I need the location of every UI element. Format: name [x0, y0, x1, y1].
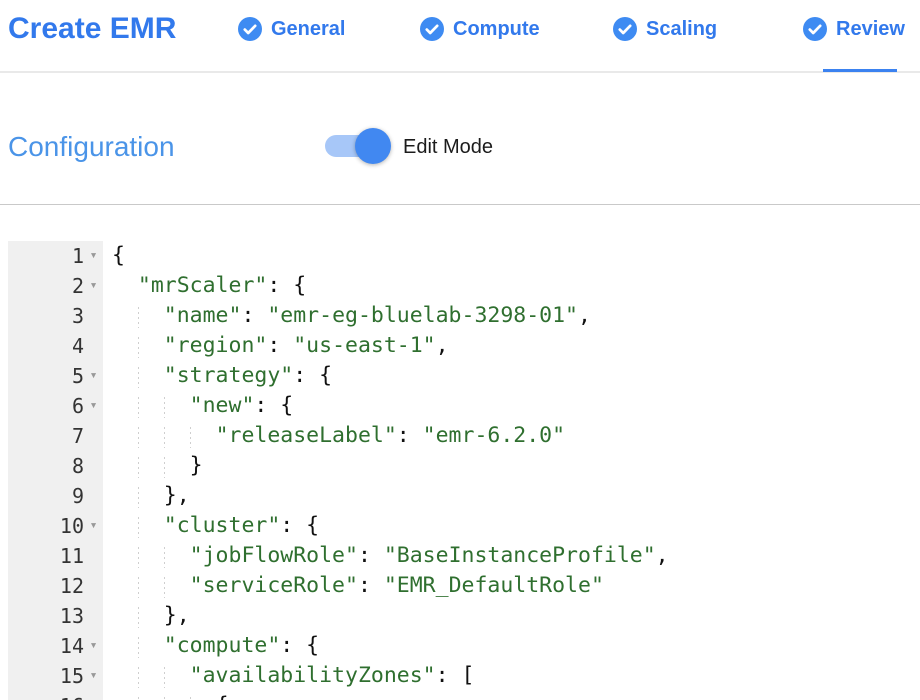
code-line[interactable]: "region": "us-east-1", — [103, 331, 920, 361]
check-circle-icon — [613, 17, 637, 41]
code-line[interactable]: { — [103, 241, 920, 271]
editor-gutter: 7 ▾ — [8, 421, 103, 451]
wizard-step-general[interactable]: General — [238, 17, 345, 41]
editor-line: 14 ▾ "compute": { — [8, 631, 920, 661]
code-line[interactable]: "strategy": { — [103, 361, 920, 391]
editor-gutter: 3 ▾ — [8, 301, 103, 331]
code-line[interactable]: } — [103, 451, 920, 481]
line-number: 8 — [8, 451, 84, 481]
line-number: 2 — [8, 271, 84, 301]
code-line[interactable]: "availabilityZones": [ — [103, 661, 920, 691]
code-line[interactable]: "new": { — [103, 391, 920, 421]
editor-line: 3 ▾ "name": "emr-eg-bluelab-3298-01", — [8, 301, 920, 331]
check-circle-icon — [420, 17, 444, 41]
line-number: 5 — [8, 361, 84, 391]
editor-line: 12 ▾ "serviceRole": "EMR_DefaultRole" — [8, 571, 920, 601]
line-number: 14 — [8, 631, 84, 661]
code-line[interactable]: "mrScaler": { — [103, 271, 920, 301]
line-number: 4 — [8, 331, 84, 361]
editor-line: 11 ▾ "jobFlowRole": "BaseInstanceProfile… — [8, 541, 920, 571]
line-number: 12 — [8, 571, 84, 601]
line-number: 7 — [8, 421, 84, 451]
editor-gutter: 4 ▾ — [8, 331, 103, 361]
fold-arrow-icon[interactable]: ▾ — [84, 241, 103, 271]
editor-gutter: 5 ▾ — [8, 361, 103, 391]
line-number: 9 — [8, 481, 84, 511]
editor-gutter: 12 ▾ — [8, 571, 103, 601]
check-circle-icon — [803, 17, 827, 41]
line-number: 13 — [8, 601, 84, 631]
fold-arrow-icon[interactable]: ▾ — [84, 631, 103, 661]
code-line[interactable]: "releaseLabel": "emr-6.2.0" — [103, 421, 920, 451]
editor-line: 5 ▾ "strategy": { — [8, 361, 920, 391]
editor-line: 9 ▾ }, — [8, 481, 920, 511]
fold-arrow-icon[interactable]: ▾ — [84, 691, 103, 700]
editor-line: 6 ▾ "new": { — [8, 391, 920, 421]
editor-gutter: 2 ▾ — [8, 271, 103, 301]
code-line[interactable]: "cluster": { — [103, 511, 920, 541]
editor-gutter: 13 ▾ — [8, 601, 103, 631]
code-line[interactable]: "jobFlowRole": "BaseInstanceProfile", — [103, 541, 920, 571]
editor-gutter: 11 ▾ — [8, 541, 103, 571]
line-number: 15 — [8, 661, 84, 691]
check-circle-icon — [238, 17, 262, 41]
editor-gutter: 14 ▾ — [8, 631, 103, 661]
toggle-thumb — [355, 128, 391, 164]
line-number: 3 — [8, 301, 84, 331]
code-line[interactable]: }, — [103, 601, 920, 631]
editor-gutter: 8 ▾ — [8, 451, 103, 481]
edit-mode-toggle[interactable] — [325, 135, 385, 157]
page-title: Create EMR — [8, 12, 176, 46]
editor-line: 7 ▾ "releaseLabel": "emr-6.2.0" — [8, 421, 920, 451]
code-line[interactable]: "serviceRole": "EMR_DefaultRole" — [103, 571, 920, 601]
json-editor[interactable]: 1 ▾ { 2 ▾ "mrScaler": { 3 ▾ "name": "emr… — [8, 241, 920, 700]
fold-arrow-icon[interactable]: ▾ — [84, 361, 103, 391]
wizard-step-label: General — [271, 17, 345, 41]
wizard-step-label: Compute — [453, 17, 540, 41]
line-number: 11 — [8, 541, 84, 571]
editor-gutter: 10 ▾ — [8, 511, 103, 541]
configuration-section: Configuration Edit Mode — [0, 73, 920, 205]
editor-line: 2 ▾ "mrScaler": { — [8, 271, 920, 301]
wizard-header: Create EMR General Compute Scaling Revie… — [0, 0, 920, 73]
editor-line: 13 ▾ }, — [8, 601, 920, 631]
line-number: 6 — [8, 391, 84, 421]
wizard-step-compute[interactable]: Compute — [420, 17, 540, 41]
editor-line: 15 ▾ "availabilityZones": [ — [8, 661, 920, 691]
code-line[interactable]: { — [103, 691, 920, 700]
editor-gutter: 16 ▾ — [8, 691, 103, 700]
editor-line: 10 ▾ "cluster": { — [8, 511, 920, 541]
editor-gutter: 6 ▾ — [8, 391, 103, 421]
editor-line: 1 ▾ { — [8, 241, 920, 271]
line-number: 1 — [8, 241, 84, 271]
line-number: 16 — [8, 691, 84, 700]
editor-line: 16 ▾ { — [8, 691, 920, 700]
editor-line: 4 ▾ "region": "us-east-1", — [8, 331, 920, 361]
fold-arrow-icon[interactable]: ▾ — [84, 391, 103, 421]
fold-arrow-icon[interactable]: ▾ — [84, 661, 103, 691]
wizard-step-label: Review — [836, 17, 905, 41]
edit-mode-label: Edit Mode — [403, 136, 493, 159]
configuration-heading: Configuration — [8, 131, 175, 163]
wizard-step-label: Scaling — [646, 17, 717, 41]
editor-gutter: 1 ▾ — [8, 241, 103, 271]
editor-gutter: 9 ▾ — [8, 481, 103, 511]
wizard-step-review[interactable]: Review — [803, 17, 905, 41]
code-line[interactable]: "name": "emr-eg-bluelab-3298-01", — [103, 301, 920, 331]
wizard-step-scaling[interactable]: Scaling — [613, 17, 717, 41]
editor-gutter: 15 ▾ — [8, 661, 103, 691]
fold-arrow-icon[interactable]: ▾ — [84, 271, 103, 301]
code-line[interactable]: "compute": { — [103, 631, 920, 661]
editor-line: 8 ▾ } — [8, 451, 920, 481]
create-emr-page: Create EMR General Compute Scaling Revie… — [0, 0, 920, 700]
fold-arrow-icon[interactable]: ▾ — [84, 511, 103, 541]
code-line[interactable]: }, — [103, 481, 920, 511]
line-number: 10 — [8, 511, 84, 541]
